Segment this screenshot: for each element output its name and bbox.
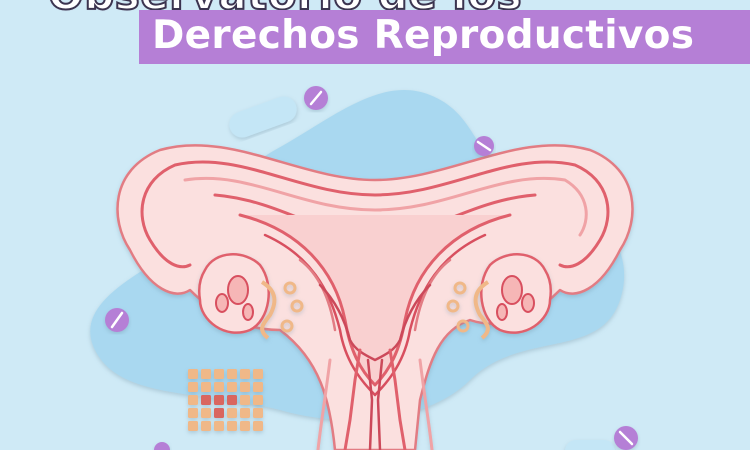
pill-icon bbox=[304, 86, 328, 110]
capsule-shape bbox=[565, 440, 615, 450]
calendar-cell bbox=[214, 395, 224, 405]
calendar-cell bbox=[201, 369, 211, 379]
calendar-cell bbox=[188, 395, 198, 405]
calendar-cell bbox=[214, 369, 224, 379]
calendar-cell bbox=[214, 421, 224, 431]
calendar-cell bbox=[240, 421, 250, 431]
capsule-shape bbox=[229, 96, 297, 138]
calendar-cell bbox=[253, 369, 263, 379]
calendar-cell bbox=[240, 369, 250, 379]
calendar-cell bbox=[227, 408, 237, 418]
calendar-cell bbox=[201, 421, 211, 431]
illustration bbox=[90, 86, 638, 450]
calendar-cell bbox=[240, 382, 250, 392]
calendar-cell bbox=[201, 382, 211, 392]
calendar-cell bbox=[227, 395, 237, 405]
calendar-cell bbox=[227, 421, 237, 431]
calendar-cell bbox=[227, 382, 237, 392]
calendar-cell bbox=[188, 408, 198, 418]
title-line-2: Derechos Reproductivos bbox=[152, 13, 695, 58]
calendar-cell bbox=[240, 408, 250, 418]
calendar-cell bbox=[188, 382, 198, 392]
calendar-cell bbox=[214, 382, 224, 392]
calendar-cell bbox=[253, 395, 263, 405]
calendar-cell bbox=[240, 395, 250, 405]
calendar-cell bbox=[201, 408, 211, 418]
pill-icon bbox=[154, 442, 170, 450]
pill-icon bbox=[614, 426, 638, 450]
calendar-cell bbox=[214, 408, 224, 418]
calendar-cell bbox=[253, 421, 263, 431]
calendar-cell bbox=[188, 421, 198, 431]
calendar-cell bbox=[253, 408, 263, 418]
calendar-cell bbox=[253, 382, 263, 392]
pill-icon bbox=[474, 136, 494, 156]
calendar-cell bbox=[201, 395, 211, 405]
calendar-cell bbox=[227, 369, 237, 379]
pill-icon bbox=[105, 308, 129, 332]
calendar-cell bbox=[188, 369, 198, 379]
